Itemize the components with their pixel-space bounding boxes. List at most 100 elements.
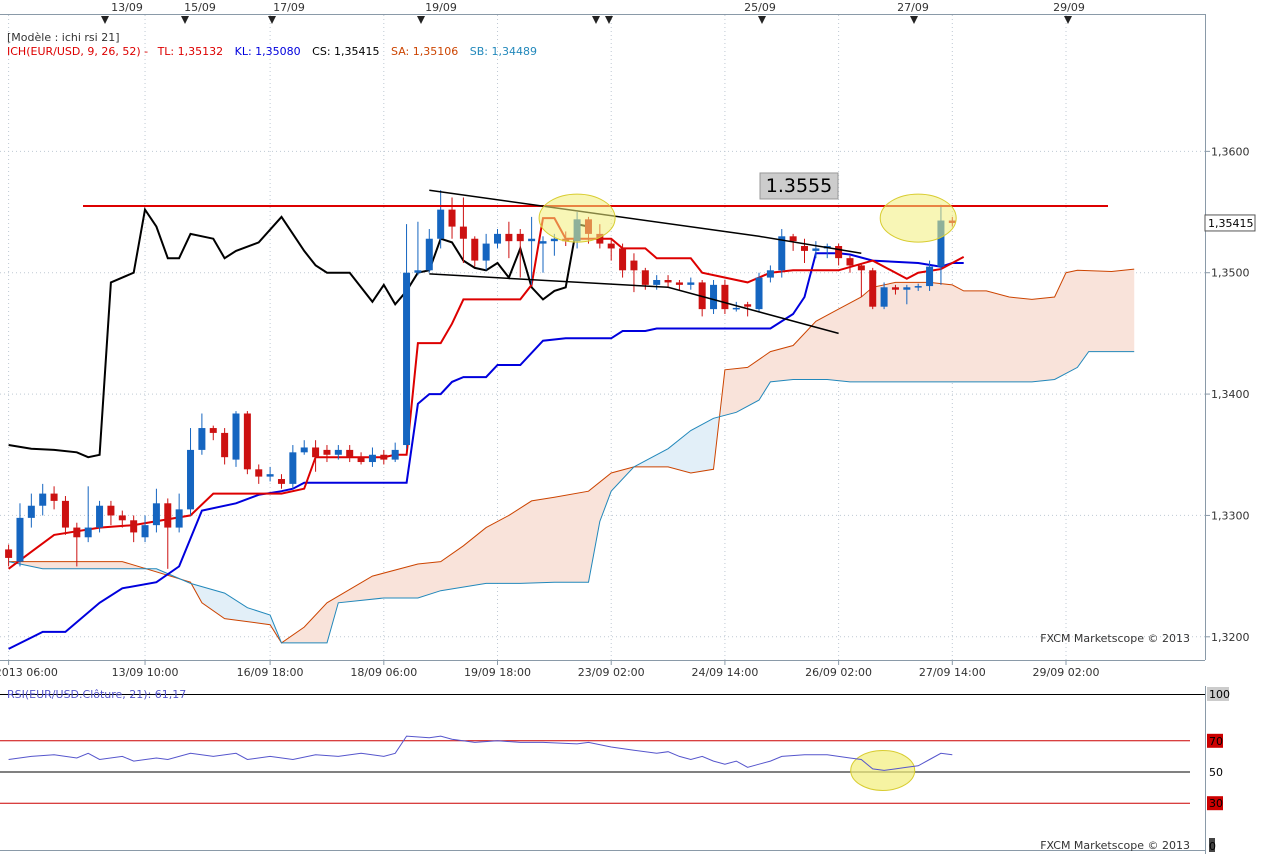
senkou-b-value: SB: 1,34489	[470, 45, 537, 58]
candle	[835, 243, 843, 266]
time-tick-label: 18/09 06:00	[350, 666, 417, 679]
candle-body	[380, 454, 388, 460]
candle	[801, 238, 808, 264]
candle-body	[39, 493, 47, 506]
candle-body	[721, 284, 729, 310]
candle-body	[869, 270, 877, 307]
candle	[323, 445, 331, 463]
time-tick-label: 23/09 02:00	[578, 666, 645, 679]
ichimoku-lines	[8, 206, 1135, 650]
candle-body	[880, 287, 888, 307]
session-marker	[758, 16, 766, 24]
candle	[107, 500, 115, 526]
candle-body	[494, 233, 502, 244]
channel-upper-line	[429, 189, 862, 255]
ichimoku-cloud	[8, 269, 1135, 643]
candle	[710, 280, 718, 314]
candle-body	[27, 505, 35, 518]
candle	[198, 413, 206, 455]
candle-body	[630, 260, 638, 271]
candle	[380, 449, 388, 465]
candle-body	[914, 286, 922, 288]
footer-rsi: FXCM Marketscope © 2013	[1040, 839, 1190, 852]
annotation-label: 1.3555	[766, 175, 832, 197]
candle-body	[641, 270, 649, 285]
candle	[823, 243, 831, 259]
candle	[357, 452, 365, 465]
candle-body	[539, 241, 547, 244]
candle	[459, 197, 467, 264]
candle-body	[550, 238, 558, 242]
price-tick-label: 1,3600	[1211, 145, 1250, 158]
candle	[414, 221, 422, 276]
candle-body	[312, 447, 320, 458]
candle	[471, 236, 479, 267]
candle	[675, 280, 683, 290]
candle-body	[50, 493, 58, 501]
candle-body	[84, 527, 92, 538]
cloud-bullish-area	[636, 394, 723, 473]
time-tick-label: 11/09/2013 06:00	[0, 666, 58, 679]
highlight-ellipse	[538, 193, 616, 243]
candle-body	[5, 549, 13, 558]
candle-body	[846, 258, 854, 266]
candle-body	[459, 226, 467, 239]
candle-body	[357, 457, 365, 463]
candle	[243, 411, 251, 475]
candle	[505, 221, 513, 259]
footer-main: FXCM Marketscope © 2013	[1040, 632, 1190, 645]
candle-body	[891, 287, 899, 290]
candle-body	[243, 413, 251, 470]
session-marker	[605, 16, 613, 24]
candle-body	[653, 280, 661, 285]
candle-body	[266, 474, 274, 477]
candle	[482, 233, 490, 271]
candle-body	[96, 505, 104, 528]
candle	[289, 445, 297, 489]
price-tick-label: 1,3300	[1211, 509, 1250, 522]
candle-body	[175, 509, 183, 528]
candle-body	[277, 479, 285, 484]
candle-body	[664, 280, 672, 283]
template-label: [Modèle : ichi rsi 21]	[7, 31, 120, 44]
candle	[857, 263, 865, 297]
candle	[27, 493, 35, 528]
candle-body	[152, 503, 160, 526]
session-marker	[268, 16, 276, 24]
candle-body	[903, 287, 911, 290]
candle-body	[528, 238, 536, 242]
indicator-legend: ICH(EUR/USD, 9, 26, 52) - TL: 1,35132 KL…	[7, 45, 537, 58]
candle-body	[732, 307, 740, 310]
tenkan-value: TL: 1,35132	[157, 45, 224, 58]
candle-body	[710, 284, 718, 310]
candle	[187, 428, 195, 516]
candle-body	[857, 265, 865, 271]
price-tick-label: 1,3200	[1211, 631, 1250, 644]
rsi-panel: 30 50 70 100 0	[0, 687, 1230, 853]
time-tick-label: 19/09 18:00	[464, 666, 531, 679]
candle-body	[471, 238, 479, 261]
ichimoku-chart[interactable]: 1.3555 1,3200 1,3300 1,3400 1,3500 1,3600 1,3…	[0, 0, 1263, 854]
candle	[84, 486, 92, 543]
candle	[391, 442, 399, 463]
cloud-bullish-area	[193, 584, 282, 643]
candle-body	[403, 272, 411, 446]
rsi-level-label: 70	[1209, 735, 1223, 748]
candle-body	[141, 525, 149, 538]
chart-window: 1.3555 1,3200 1,3300 1,3400 1,3500 1,3600 1,3…	[0, 0, 1263, 854]
kijun-value: KL: 1,35080	[235, 45, 301, 58]
session-marker	[910, 16, 918, 24]
candle-body	[16, 517, 24, 562]
candle-body	[232, 413, 240, 460]
candle-body	[607, 243, 615, 249]
candle-body	[107, 505, 115, 516]
candle	[50, 486, 58, 510]
top-date-label: 17/09	[273, 1, 305, 14]
candle	[448, 197, 456, 239]
candle	[5, 544, 13, 567]
candle	[846, 255, 854, 273]
candle-body	[334, 449, 342, 455]
candle	[152, 488, 160, 533]
candle-body	[289, 452, 297, 484]
indicator-name: ICH(EUR/USD, 9, 26, 52) -	[7, 45, 148, 58]
